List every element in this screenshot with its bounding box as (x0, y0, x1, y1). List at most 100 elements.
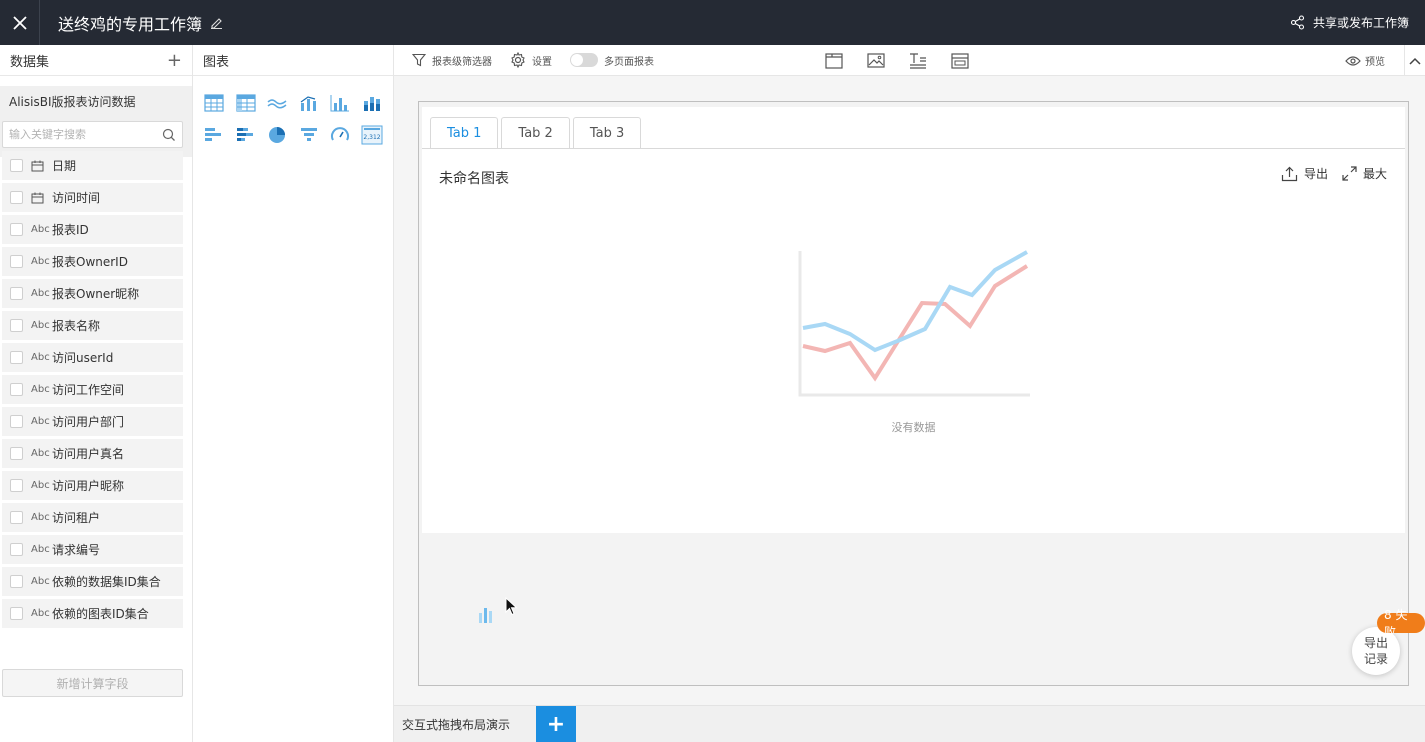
stacked-bar-icon[interactable] (234, 123, 258, 147)
tab-1[interactable]: Tab 1 (430, 117, 499, 148)
text-type-icon: Abc (31, 352, 50, 363)
tab-2[interactable]: Tab 2 (501, 117, 570, 148)
charts-title: 图表 (203, 54, 230, 70)
text-type-icon: Abc (31, 480, 50, 491)
kpi-card-text: 2,312 (363, 134, 380, 141)
text-type-icon: Abc (31, 256, 50, 267)
report-filter-button[interactable]: 报表级筛选器 (412, 53, 492, 68)
chart-actions: 导出 最大 (1281, 165, 1387, 182)
empty-data-text: 没有数据 (891, 421, 936, 434)
field-label: 访问用户真名 (52, 447, 125, 461)
field-checkbox[interactable] (10, 447, 23, 460)
field-item[interactable]: Abc 访问租户 (2, 503, 183, 532)
add-sheet-button[interactable]: + (536, 706, 576, 742)
field-checkbox[interactable] (10, 287, 23, 300)
field-item[interactable]: Abc 报表Owner昵称 (2, 279, 183, 308)
field-checkbox[interactable] (10, 191, 23, 204)
funnel-chart-icon[interactable] (297, 123, 321, 147)
field-checkbox[interactable] (10, 223, 23, 236)
iframe-icon[interactable] (951, 52, 969, 69)
gear-icon (511, 52, 525, 68)
bar-chart-icon[interactable] (202, 123, 226, 147)
gauge-chart-icon[interactable] (328, 123, 352, 147)
add-calc-field-button[interactable]: 新增计算字段 (2, 669, 183, 697)
collapse-toolbar-button[interactable] (1404, 45, 1425, 76)
field-item[interactable]: Abc 报表ID (2, 215, 183, 244)
field-label: 访问用户部门 (52, 415, 125, 429)
field-label: 访问工作空间 (52, 383, 125, 397)
text-icon[interactable] (909, 52, 927, 69)
field-checkbox[interactable] (10, 543, 23, 556)
sheet-bar: 交互式拖拽布局演示 + (394, 705, 1425, 742)
field-checkbox[interactable] (10, 479, 23, 492)
field-item[interactable]: Abc 报表OwnerID (2, 247, 183, 276)
export-button[interactable]: 导出 (1281, 165, 1328, 182)
field-item[interactable]: Abc 依赖的图表ID集合 (2, 599, 183, 628)
field-checkbox[interactable] (10, 575, 23, 588)
dataset-selector[interactable]: AlisisBI版报表访问数据 (0, 86, 192, 117)
field-item[interactable]: Abc 访问用户部门 (2, 407, 183, 436)
dataset-name: AlisisBI版报表访问数据 (9, 95, 136, 109)
field-label: 报表Owner昵称 (52, 287, 140, 301)
settings-button[interactable]: 设置 (510, 52, 552, 68)
field-label: 访问租户 (52, 511, 101, 525)
export-records-line2: 记录 (1363, 652, 1388, 666)
share-publish-button[interactable]: 共享或发布工作簿 (1290, 0, 1409, 45)
field-label: 请求编号 (52, 543, 101, 557)
field-item[interactable]: Abc 访问工作空间 (2, 375, 183, 404)
field-checkbox[interactable] (10, 511, 23, 524)
text-type-icon: Abc (31, 608, 50, 619)
placeholder-line-red (802, 264, 1029, 382)
share-icon (1290, 15, 1305, 30)
text-type-icon: Abc (31, 416, 50, 427)
field-item[interactable]: Abc 报表名称 (2, 311, 183, 340)
search-icon[interactable] (162, 128, 176, 142)
add-dataset-icon[interactable]: + (167, 50, 182, 71)
chart-type-grid: 2,312 (193, 76, 393, 147)
sheet-tab[interactable]: 交互式拖拽布局演示 (394, 706, 536, 742)
pie-chart-icon[interactable] (265, 123, 289, 147)
field-checkbox[interactable] (10, 159, 23, 172)
workbook-title[interactable]: 送终鸡的专用工作簿 (58, 11, 202, 35)
field-search-input[interactable] (9, 128, 157, 141)
stacked-column-icon[interactable] (360, 91, 384, 115)
preview-button[interactable]: 预览 (1345, 53, 1385, 68)
kpi-card-icon[interactable]: 2,312 (360, 123, 384, 147)
tab-container-icon[interactable] (825, 52, 843, 69)
placeholder-line-blue (802, 250, 1028, 353)
column-chart-icon[interactable] (328, 91, 352, 115)
field-checkbox[interactable] (10, 383, 23, 396)
text-type-icon: Abc (31, 320, 50, 331)
field-item[interactable]: 访问时间 (2, 183, 183, 212)
multipage-toggle[interactable] (570, 53, 598, 67)
insert-tools (825, 52, 969, 69)
field-checkbox[interactable] (10, 319, 23, 332)
settings-label: 设置 (532, 56, 552, 68)
field-checkbox[interactable] (10, 415, 23, 428)
field-item[interactable]: Abc 访问用户真名 (2, 439, 183, 468)
field-checkbox[interactable] (10, 255, 23, 268)
field-item[interactable]: Abc 请求编号 (2, 535, 183, 564)
field-checkbox[interactable] (10, 351, 23, 364)
pivot-table-icon[interactable] (234, 91, 258, 115)
maximize-button[interactable]: 最大 (1342, 165, 1387, 182)
datasets-title: 数据集 (10, 54, 50, 70)
field-item[interactable]: Abc 访问userId (2, 343, 183, 372)
export-icon (1281, 166, 1298, 181)
editor-toolbar: 报表级筛选器 设置 多页面报表 预览 (394, 45, 1425, 76)
line-chart-icon[interactable] (265, 91, 289, 115)
close-icon (12, 15, 27, 30)
edit-title-icon[interactable] (210, 16, 223, 29)
field-item[interactable]: Abc 访问用户昵称 (2, 471, 183, 500)
close-button[interactable] (0, 0, 40, 45)
text-type-icon: Abc (31, 512, 50, 523)
chart-title[interactable]: 未命名图表 (439, 168, 509, 188)
field-checkbox[interactable] (10, 607, 23, 620)
table-icon[interactable] (202, 91, 226, 115)
export-failed-badge[interactable]: 8 失败 (1377, 608, 1425, 639)
image-icon[interactable] (867, 52, 885, 69)
field-item[interactable]: 日期 (2, 151, 183, 180)
field-item[interactable]: Abc 依赖的数据集ID集合 (2, 567, 183, 596)
tab-3[interactable]: Tab 3 (572, 117, 642, 148)
combo-chart-icon[interactable] (297, 91, 321, 115)
